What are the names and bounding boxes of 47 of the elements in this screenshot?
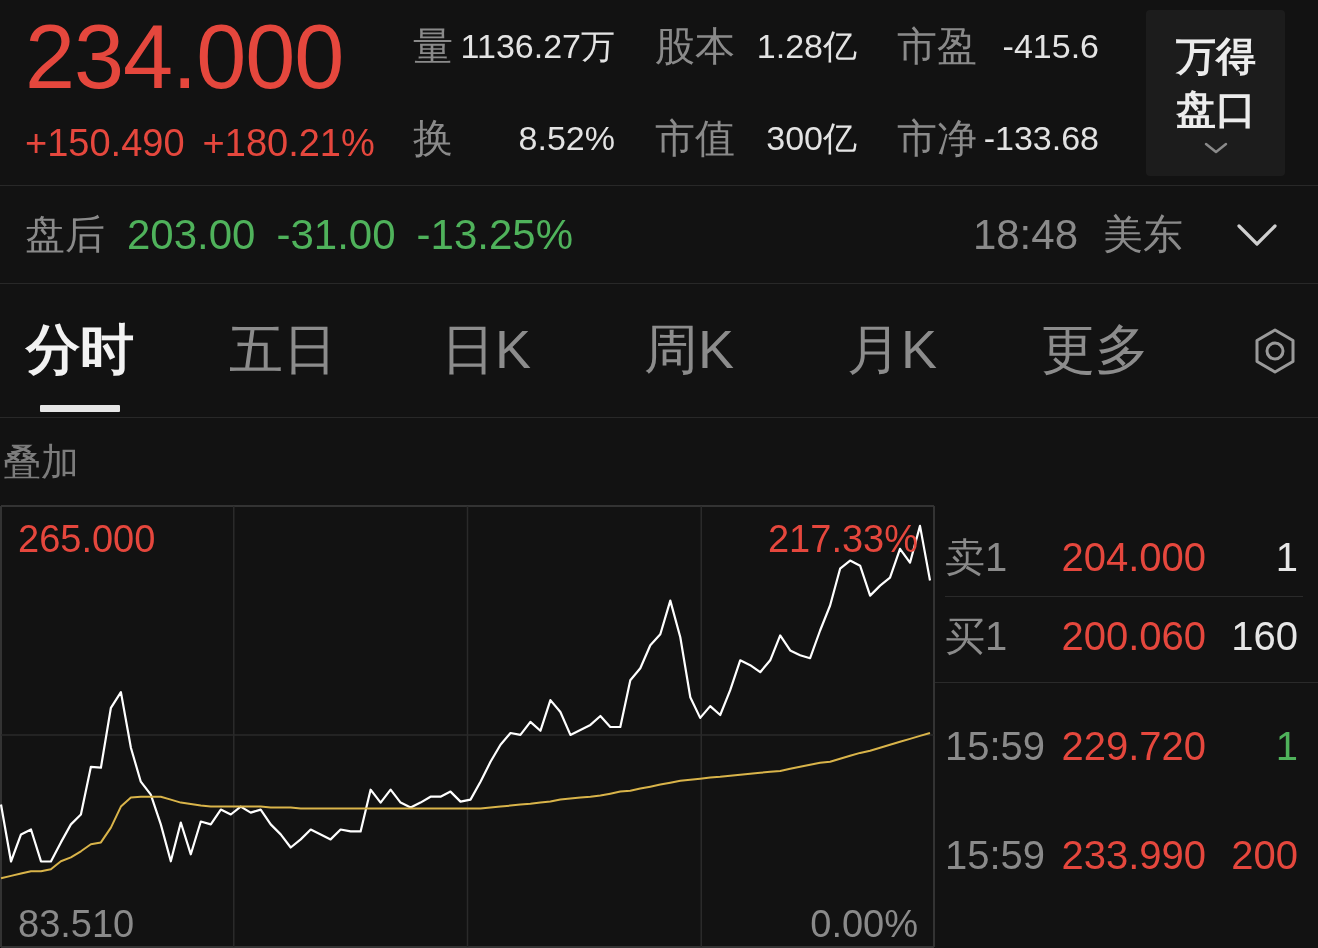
- order-level-label: 买1: [945, 612, 1009, 660]
- time-text: 18:48: [972, 210, 1078, 259]
- period-tab[interactable]: 更多: [1015, 284, 1175, 417]
- after-hours-percent: -13.25%: [416, 210, 573, 259]
- stat-label: 市值: [655, 115, 735, 161]
- percent-axis-label: 0.00%: [810, 902, 918, 945]
- stat-value: -133.68: [983, 118, 1099, 158]
- period-tab[interactable]: 分时: [0, 284, 160, 417]
- price-axis-label: 83.510: [18, 902, 135, 945]
- trade-time: 15:59: [945, 724, 1047, 769]
- stat-label: 市盈: [897, 23, 977, 69]
- price-change: +150.490: [25, 121, 185, 166]
- order-level-label: 卖1: [945, 533, 1009, 581]
- order-volume: 1: [1274, 534, 1298, 580]
- stat-value: -415.6: [1002, 26, 1099, 66]
- stat-label: 量: [413, 23, 453, 69]
- percent-change: +180.21%: [202, 121, 375, 166]
- period-tab[interactable]: 月K: [812, 284, 972, 417]
- trade-time: 15:59: [945, 833, 1047, 878]
- period-tab[interactable]: 日K: [406, 284, 566, 417]
- trade-price: 233.990: [1060, 833, 1206, 878]
- trade-price: 229.720: [1060, 724, 1206, 769]
- stat-label: 市净: [897, 115, 977, 161]
- period-tab[interactable]: 五日: [203, 284, 363, 417]
- chevron-down-icon: [1203, 142, 1228, 154]
- trade-volume: 1: [1274, 724, 1298, 769]
- last-price: 234.000: [25, 7, 345, 107]
- chevron-down-icon[interactable]: [1237, 223, 1277, 246]
- trade-volume: 200: [1230, 833, 1298, 878]
- order-price: 200.060: [1060, 613, 1206, 659]
- order-price: 204.000: [1060, 534, 1206, 580]
- stat-value: 1136.27万: [460, 26, 615, 66]
- stat-value: 300亿: [766, 118, 857, 158]
- order-volume: 160: [1230, 613, 1298, 659]
- timezone-label: 美东: [1103, 211, 1183, 258]
- stat-label: 股本: [655, 23, 735, 69]
- after-hours-label: 盘后: [25, 211, 105, 258]
- after-hours-price: 203.00: [127, 210, 256, 259]
- price-axis-label: 265.000: [18, 518, 156, 561]
- stat-label: 换: [413, 115, 453, 161]
- after-hours-change: -31.00: [276, 210, 396, 259]
- overlay-button[interactable]: 叠加: [3, 438, 79, 485]
- stat-value: 1.28亿: [756, 26, 857, 66]
- percent-axis-label: 217.33%: [768, 518, 918, 561]
- period-tab[interactable]: 周K: [609, 284, 769, 417]
- quote-panel-button[interactable]: 万得盘口: [1146, 10, 1285, 176]
- stat-value: 8.52%: [518, 118, 615, 158]
